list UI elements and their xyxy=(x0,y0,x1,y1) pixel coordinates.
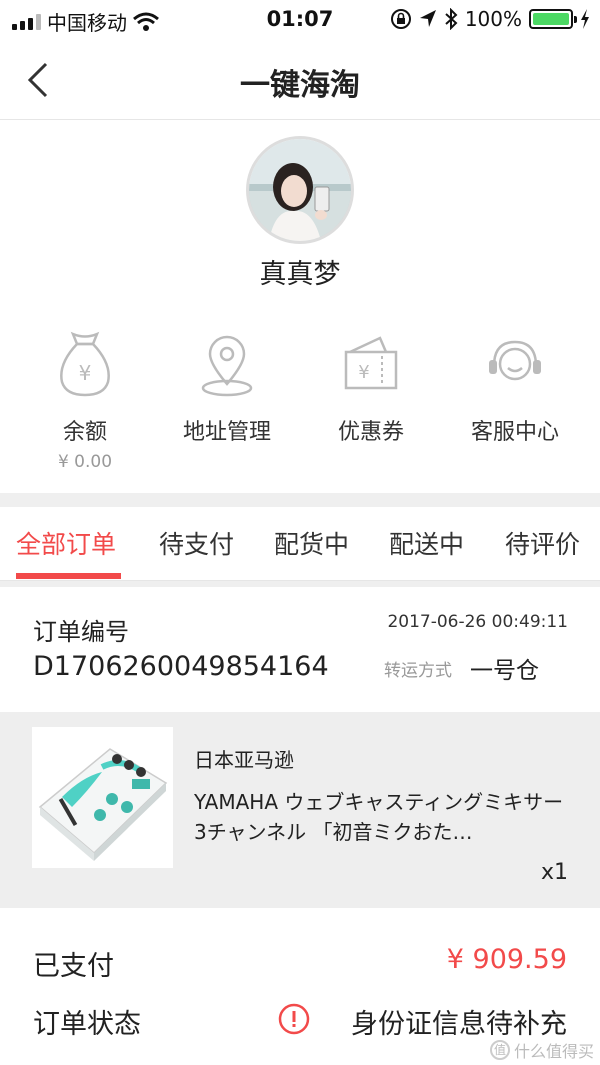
battery-percent: 100% xyxy=(464,7,522,31)
headset-icon xyxy=(489,340,541,381)
customer-service-label: 客服中心 xyxy=(470,420,559,445)
bluetooth-icon xyxy=(445,8,458,30)
product-quantity: x1 xyxy=(540,860,568,885)
coupon-label: 优惠券 xyxy=(337,420,404,445)
svg-text:¥: ¥ xyxy=(358,362,369,383)
tab-all-orders[interactable]: 全部订单 xyxy=(16,525,116,561)
battery-icon xyxy=(529,9,577,29)
watermark-logo: 值 xyxy=(489,1040,510,1060)
address-management-label: 地址管理 xyxy=(182,420,271,445)
section-divider xyxy=(0,493,600,507)
status-bar: 中国移动 01:07 100% xyxy=(0,0,600,40)
svg-text:¥: ¥ xyxy=(79,361,92,385)
tab-pending-payment[interactable]: 待支付 xyxy=(159,525,234,561)
location-icon xyxy=(419,10,436,27)
order-timestamp: 2017-06-26 00:49:11 xyxy=(387,612,568,632)
coupon-button[interactable]: ¥ 优惠券 xyxy=(296,330,446,446)
active-tab-indicator xyxy=(16,573,121,579)
order-status-value[interactable]: 身份证信息待补充 xyxy=(351,1002,567,1041)
balance-button[interactable]: ¥ 余额 ¥ 0.00 xyxy=(10,330,160,472)
money-bag-icon: ¥ xyxy=(60,331,110,397)
coupon-icon: ¥ xyxy=(344,336,398,390)
product-item[interactable]: 日本亚马逊 YAMAHA ウェブキャスティングミキサー 3チャンネル 「初音ミク… xyxy=(0,712,600,908)
order-tabs: 全部订单 待支付 配货中 配送中 待评价 xyxy=(0,507,600,581)
product-image xyxy=(32,727,173,868)
product-store: 日本亚马逊 xyxy=(194,748,294,772)
order-number: D1706260049854164 xyxy=(33,651,329,682)
section-divider xyxy=(0,581,600,587)
order-status-label: 订单状态 xyxy=(33,1009,141,1040)
balance-amount: ¥ 0.00 xyxy=(57,452,113,472)
paid-amount: ¥ 909.59 xyxy=(446,944,567,975)
nav-bar: 一键海淘 xyxy=(0,40,600,120)
tab-shipping[interactable]: 配送中 xyxy=(389,525,464,561)
watermark: 值 什么值得买 xyxy=(489,1038,594,1062)
product-name: YAMAHA ウェブキャスティングミキサー 3チャンネル 「初音ミクおた… xyxy=(194,790,564,844)
customer-service-button[interactable]: 客服中心 xyxy=(440,330,590,446)
lock-rotation-icon xyxy=(390,9,411,29)
avatar[interactable] xyxy=(246,136,354,244)
location-pin-icon xyxy=(201,335,253,397)
shipping-method-value: 一号仓 xyxy=(470,658,539,684)
balance-label: 余额 xyxy=(62,420,107,445)
shipping-method-label: 转运方式 xyxy=(384,661,452,681)
alert-icon xyxy=(278,1003,310,1035)
tab-allocating[interactable]: 配货中 xyxy=(274,525,349,561)
watermark-text: 什么值得买 xyxy=(513,1042,594,1061)
paid-label: 已支付 xyxy=(33,951,114,982)
charging-icon xyxy=(581,9,589,29)
username: 真真梦 xyxy=(259,259,341,290)
avatar-image xyxy=(249,139,351,241)
address-management-button[interactable]: 地址管理 xyxy=(152,330,302,446)
page-title: 一键海淘 xyxy=(240,68,360,103)
order-number-label: 订单编号 xyxy=(33,618,129,646)
tab-pending-review[interactable]: 待评价 xyxy=(505,525,580,561)
